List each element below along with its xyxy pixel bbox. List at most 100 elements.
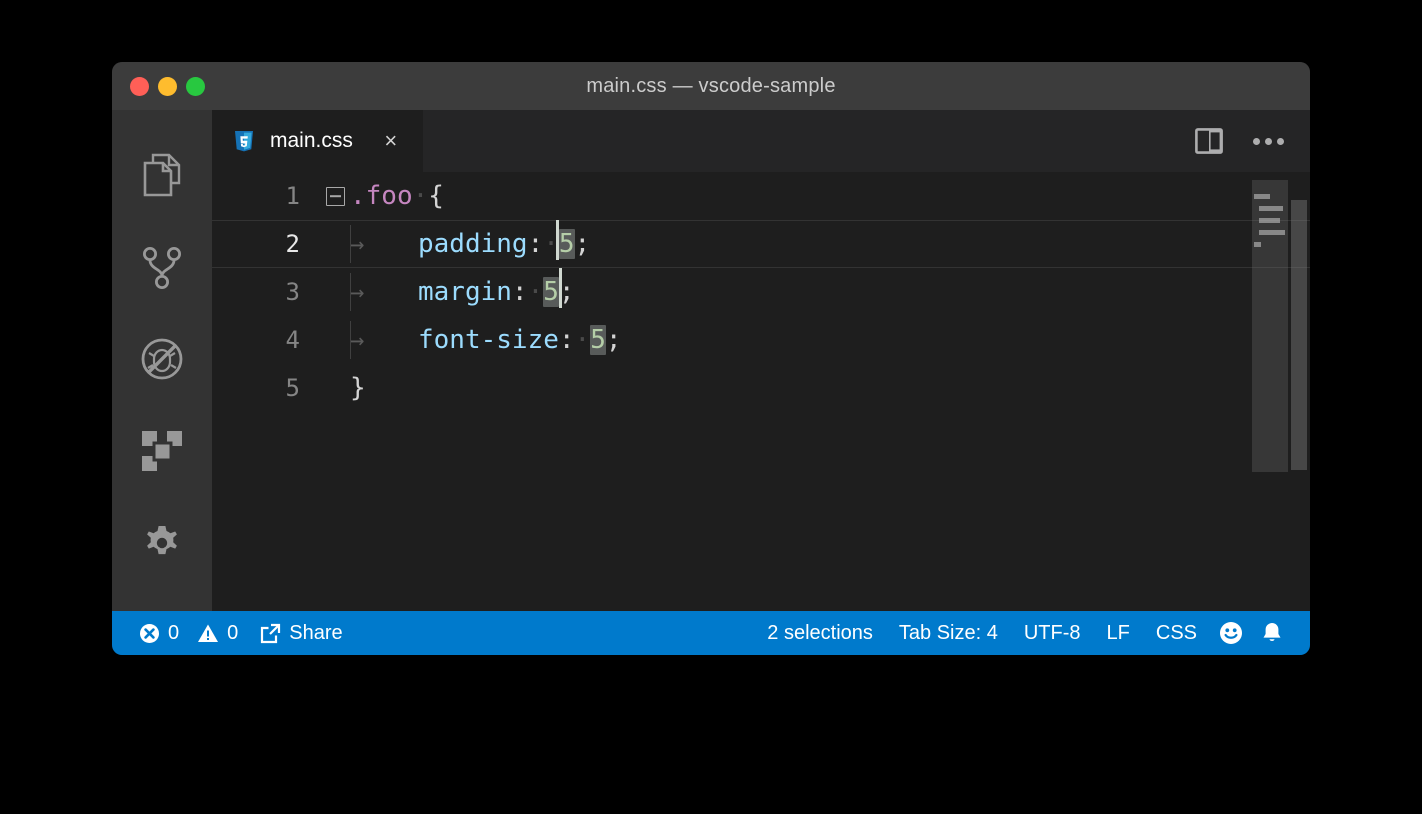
text-cursor (559, 268, 562, 308)
scrollbar-thumb[interactable] (1291, 200, 1307, 470)
text-cursor (556, 220, 559, 260)
status-bar-right: 2 selections Tab Size: 4 UTF-8 LF CSS (754, 611, 1292, 655)
token-punct: : (528, 229, 544, 259)
indent-guide (350, 321, 351, 359)
token-number-text: 5 (543, 277, 559, 307)
minimap-line (1254, 194, 1270, 199)
sidebar-item-source-control[interactable] (112, 222, 212, 314)
status-bar-left: 0 0 (130, 611, 356, 655)
code-line[interactable]: 3 →margin:·5; (212, 268, 1310, 316)
token-number-text: 5 (559, 229, 575, 259)
editor-scrollbar[interactable] (1288, 172, 1310, 611)
window-title: main.css — vscode-sample (586, 75, 835, 98)
line-number: 2 (212, 230, 320, 258)
screen: main.css — vscode-sample (0, 0, 1422, 814)
minimap-line (1259, 218, 1280, 223)
share-label: Share (289, 622, 342, 645)
more-actions-icon[interactable] (1253, 138, 1284, 145)
code-line-active[interactable]: 2 →padding:·5; (212, 220, 1310, 268)
tab-label: main.css (270, 129, 353, 153)
title-bar: main.css — vscode-sample (112, 62, 1310, 110)
code-line[interactable]: 5 } (212, 364, 1310, 412)
token-whitespace: · (575, 325, 591, 355)
error-circle-icon (139, 623, 160, 644)
line-content: →margin:·5; (350, 277, 1310, 307)
traffic-lights (130, 62, 205, 110)
sidebar-item-extensions[interactable] (112, 405, 212, 497)
line-number: 4 (212, 326, 320, 354)
token-property: font-size (418, 325, 559, 355)
status-item-problems-warnings[interactable]: 0 (188, 611, 247, 655)
token-number-selected: 5 (559, 229, 575, 259)
minimap-line (1259, 230, 1285, 235)
code-line[interactable]: 1 .foo·{ (212, 172, 1310, 220)
encoding-label: UTF-8 (1024, 622, 1081, 645)
maximize-window-button[interactable] (186, 77, 205, 96)
editor-actions (1195, 110, 1310, 172)
indent-guide (350, 225, 351, 263)
warning-count: 0 (227, 622, 238, 645)
line-content: } (350, 373, 1310, 403)
minimap-slider[interactable] (1252, 180, 1288, 472)
editor-column: main.css × (212, 110, 1310, 611)
token-property: margin (418, 277, 512, 307)
token-punct: } (350, 373, 366, 403)
extensions-icon (140, 429, 184, 473)
indentation-label: Tab Size: 4 (899, 622, 998, 645)
activity-bar (112, 110, 212, 611)
code-lines: 1 .foo·{ 2 →padding:·5; (212, 172, 1310, 611)
token-number-text: 5 (590, 325, 606, 355)
minimap[interactable] (1252, 172, 1288, 611)
sidebar-item-run-and-debug[interactable] (112, 314, 212, 406)
tab-bar-spacer (424, 110, 1195, 172)
tab-arrow-icon: → (350, 230, 418, 258)
status-item-encoding[interactable]: UTF-8 (1011, 611, 1094, 655)
status-item-eol[interactable]: LF (1094, 611, 1143, 655)
split-editor-icon[interactable] (1195, 128, 1223, 154)
line-number: 3 (212, 278, 320, 306)
line-content: .foo·{ (350, 181, 1310, 211)
status-item-selection-info[interactable]: 2 selections (754, 611, 886, 655)
source-control-branch-icon (141, 245, 183, 291)
selection-info-label: 2 selections (767, 622, 873, 645)
status-item-indentation[interactable]: Tab Size: 4 (886, 611, 1011, 655)
status-item-problems-errors[interactable]: 0 (130, 611, 188, 655)
status-item-feedback[interactable] (1210, 611, 1252, 655)
editor-tab-bar: main.css × (212, 110, 1310, 172)
line-content: →font-size:·5; (350, 325, 1310, 355)
sidebar-item-manage-settings[interactable] (112, 497, 212, 589)
code-line[interactable]: 4 →font-size:·5; (212, 316, 1310, 364)
token-whitespace: · (528, 277, 544, 307)
warning-triangle-icon (197, 623, 219, 644)
tab-main-css[interactable]: main.css × (212, 110, 424, 172)
fold-collapse-icon[interactable] (320, 187, 350, 206)
window-body: main.css × (112, 110, 1310, 611)
gear-icon (140, 521, 184, 565)
minimap-line (1254, 242, 1261, 247)
token-punct: : (512, 277, 528, 307)
tab-arrow-icon: → (350, 326, 418, 354)
line-number: 1 (212, 182, 320, 210)
status-item-share[interactable]: Share (247, 611, 355, 655)
smiley-icon (1219, 621, 1243, 645)
token-punct: : (559, 325, 575, 355)
vscode-window: main.css — vscode-sample (112, 62, 1310, 655)
css3-file-icon (232, 129, 256, 153)
bell-icon (1261, 621, 1283, 645)
token-punct: ; (606, 325, 622, 355)
share-external-icon (260, 623, 281, 644)
token-selector: .foo (350, 181, 413, 211)
close-window-button[interactable] (130, 77, 149, 96)
token-property: padding (418, 229, 528, 259)
status-item-notifications[interactable] (1252, 611, 1292, 655)
sidebar-item-explorer[interactable] (112, 130, 212, 222)
status-item-language-mode[interactable]: CSS (1143, 611, 1210, 655)
minimize-window-button[interactable] (158, 77, 177, 96)
error-count: 0 (168, 622, 179, 645)
token-punct: ; (575, 229, 591, 259)
close-icon[interactable]: × (381, 130, 401, 152)
line-number: 5 (212, 374, 320, 402)
minimap-line (1259, 206, 1283, 211)
code-editor[interactable]: 1 .foo·{ 2 →padding:·5; (212, 172, 1310, 611)
token-whitespace: · (413, 181, 429, 211)
